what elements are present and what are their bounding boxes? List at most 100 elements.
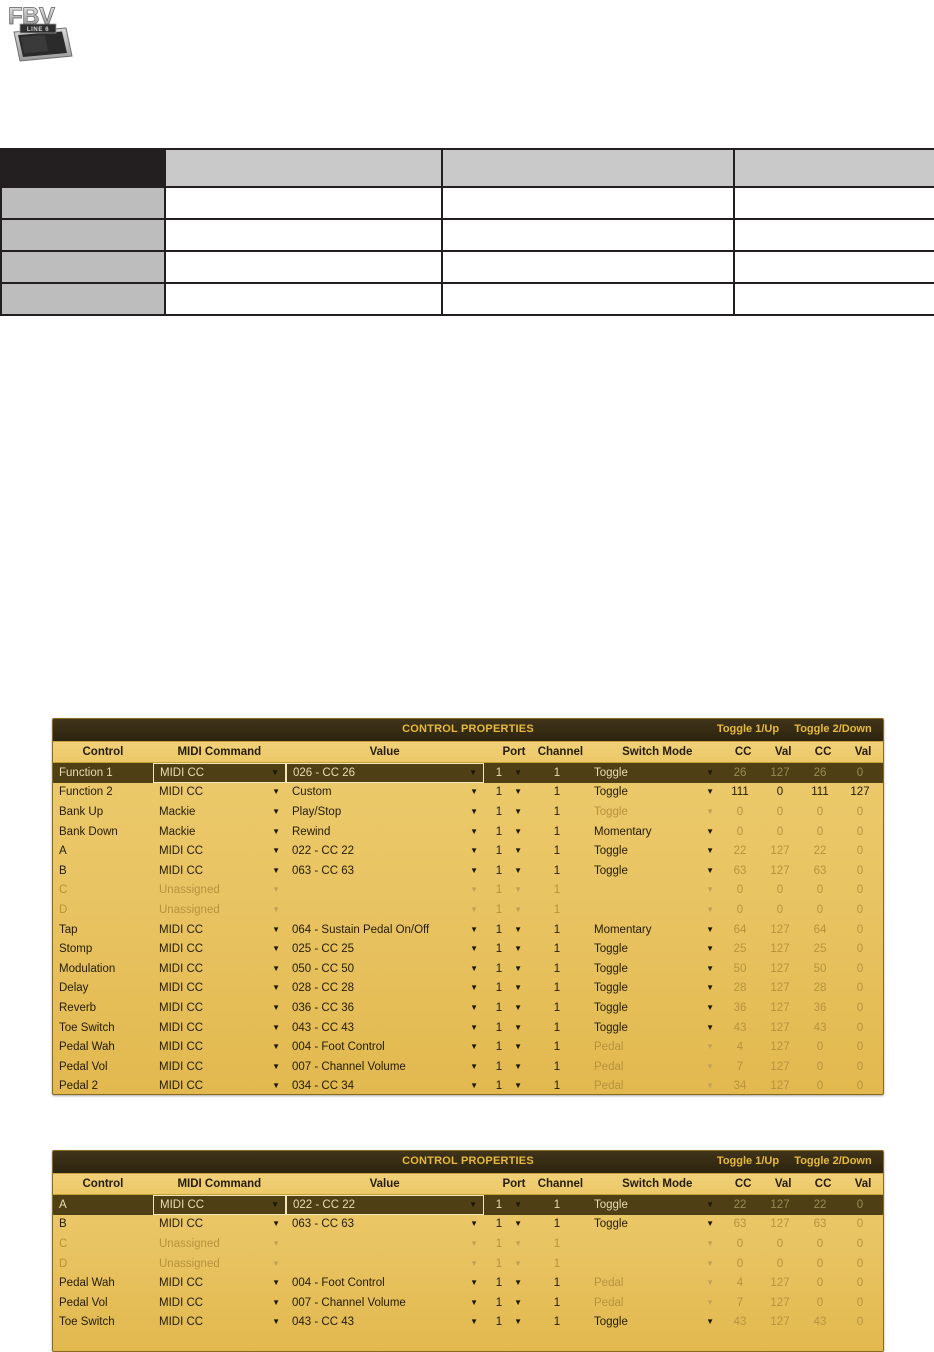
chevron-down-icon[interactable]: ▼ [706,1043,714,1051]
toggle1-cc-value[interactable]: 63 [720,865,760,877]
toggle2-cc-value[interactable]: 0 [800,1080,840,1092]
switch-mode-dropdown[interactable]: Toggle ▼ [588,963,720,975]
channel-field[interactable]: 1 [526,943,588,955]
chevron-down-icon[interactable]: ▼ [706,1200,714,1209]
toggle2-val-value[interactable]: 0 [840,943,880,955]
chevron-down-icon[interactable]: ▼ [272,1023,280,1032]
toggle2-val-value[interactable]: 0 [840,845,880,857]
channel-field[interactable]: 1 [526,1041,588,1053]
chevron-down-icon[interactable]: ▼ [272,866,280,875]
toggle1-val-value[interactable]: 127 [760,943,800,955]
toggle1-val-value[interactable]: 127 [760,1297,800,1309]
toggle1-cc-value[interactable]: 0 [720,826,760,838]
toggle1-val-value[interactable]: 127 [760,1002,800,1014]
chevron-down-icon[interactable]: ▼ [706,925,714,934]
switch-mode-dropdown[interactable]: Toggle ▼ [588,845,720,857]
chevron-down-icon[interactable]: ▼ [706,1318,714,1326]
switch-mode-dropdown[interactable]: Toggle ▼ [588,1022,720,1034]
toggle2-val-value[interactable]: 0 [840,1297,880,1309]
control-row[interactable]: A MIDI CC ▼ 022 - CC 22 ▼ 1 ▼ 1 Toggle ▼ 22 127 22 0 [53,1195,883,1215]
toggle2-val-value[interactable]: 0 [840,1022,880,1034]
chevron-down-icon[interactable]: ▼ [272,1082,280,1090]
switch-mode-dropdown[interactable]: Pedal ▼ [588,1277,720,1289]
toggle2-cc-value[interactable]: 25 [800,943,840,955]
chevron-down-icon[interactable]: ▼ [470,1082,478,1090]
toggle1-cc-value[interactable]: 0 [720,1238,760,1250]
toggle2-val-value[interactable]: 0 [840,1199,880,1211]
toggle2-val-value[interactable]: 0 [840,963,880,975]
port-dropdown[interactable]: 1 ▼ [484,1316,526,1328]
midi-command-dropdown[interactable]: MIDI CC ▼ [153,1080,286,1092]
chevron-down-icon[interactable]: ▼ [470,886,478,894]
chevron-down-icon[interactable]: ▼ [271,1200,279,1209]
control-row[interactable]: Reverb MIDI CC ▼ 036 - CC 36 ▼ 1 ▼ 1 Toggle ▼ 36 12… [53,998,883,1018]
control-row[interactable]: Bank Up Mackie ▼ Play/Stop ▼ 1 ▼ 1 Toggle ▼ 0 0 0 0 [53,802,883,822]
toggle2-cc-value[interactable]: 63 [800,1218,840,1230]
midi-command-dropdown[interactable]: Unassigned ▼ [153,884,286,896]
toggle2-val-value[interactable]: 0 [840,1258,880,1270]
toggle2-val-value[interactable]: 0 [840,982,880,994]
toggle2-val-value[interactable]: 0 [840,1080,880,1092]
control-row[interactable]: Pedal 2 MIDI CC ▼ 034 - CC 34 ▼ 1 ▼ 1 Pedal ▼ 34 12… [53,1077,883,1095]
value-dropdown[interactable]: 036 - CC 36 ▼ [286,1002,484,1014]
toggle2-cc-value[interactable]: 111 [800,786,840,798]
control-row[interactable]: A MIDI CC ▼ 022 - CC 22 ▼ 1 ▼ 1 Toggle ▼ 22 127 22 0 [53,841,883,861]
midi-command-dropdown[interactable]: MIDI CC ▼ [153,1297,286,1309]
chevron-down-icon[interactable]: ▼ [514,827,522,836]
toggle2-cc-value[interactable]: 36 [800,1002,840,1014]
port-dropdown[interactable]: 1 ▼ [484,1238,526,1250]
chevron-down-icon[interactable]: ▼ [514,1003,522,1012]
chevron-down-icon[interactable]: ▼ [272,1043,280,1051]
midi-command-dropdown[interactable]: Unassigned ▼ [153,1238,286,1250]
toggle2-cc-value[interactable]: 0 [800,1238,840,1250]
toggle2-val-value[interactable]: 0 [840,1316,880,1328]
toggle2-cc-value[interactable]: 0 [800,884,840,896]
switch-mode-dropdown[interactable]: Pedal ▼ [588,1061,720,1073]
toggle1-cc-value[interactable]: 63 [720,1218,760,1230]
chevron-down-icon[interactable]: ▼ [706,984,714,992]
toggle2-cc-value[interactable]: 0 [800,806,840,818]
toggle2-val-value[interactable]: 0 [840,904,880,916]
channel-field[interactable]: 1 [526,1258,588,1270]
chevron-down-icon[interactable]: ▼ [514,1023,522,1032]
toggle1-cc-value[interactable]: 43 [720,1316,760,1328]
port-dropdown[interactable]: 1 ▼ [484,786,526,798]
chevron-down-icon[interactable]: ▼ [271,768,279,777]
toggle2-cc-value[interactable]: 0 [800,1061,840,1073]
midi-command-dropdown[interactable]: MIDI CC ▼ [153,845,286,857]
port-dropdown[interactable]: 1 ▼ [484,943,526,955]
toggle2-cc-value[interactable]: 0 [800,826,840,838]
chevron-down-icon[interactable]: ▼ [514,1259,522,1268]
channel-field[interactable]: 1 [526,1061,588,1073]
channel-field[interactable]: 1 [526,963,588,975]
toggle1-cc-value[interactable]: 4 [720,1041,760,1053]
chevron-down-icon[interactable]: ▼ [706,1220,714,1228]
toggle1-cc-value[interactable]: 7 [720,1297,760,1309]
port-dropdown[interactable]: 1 ▼ [484,982,526,994]
port-dropdown[interactable]: 1 ▼ [484,1297,526,1309]
port-dropdown[interactable]: 1 ▼ [484,1061,526,1073]
toggle2-cc-value[interactable]: 22 [800,845,840,857]
channel-field[interactable]: 1 [526,1238,588,1250]
chevron-down-icon[interactable]: ▼ [469,768,477,777]
chevron-down-icon[interactable]: ▼ [706,788,714,796]
chevron-down-icon[interactable]: ▼ [706,964,714,973]
channel-field[interactable]: 1 [526,1022,588,1034]
toggle2-val-value[interactable]: 0 [840,924,880,936]
value-dropdown[interactable]: 026 - CC 26 ▼ [286,763,484,783]
toggle1-val-value[interactable]: 127 [760,767,800,779]
switch-mode-dropdown[interactable]: Toggle ▼ [588,786,720,798]
port-dropdown[interactable]: 1 ▼ [484,806,526,818]
value-dropdown[interactable]: 004 - Foot Control ▼ [286,1277,484,1289]
chevron-down-icon[interactable]: ▼ [514,905,522,914]
switch-mode-dropdown[interactable]: Toggle ▼ [588,1218,720,1230]
chevron-down-icon[interactable]: ▼ [470,964,478,973]
midi-command-dropdown[interactable]: MIDI CC ▼ [153,943,286,955]
chevron-down-icon[interactable]: ▼ [514,1082,522,1090]
chevron-down-icon[interactable]: ▼ [706,807,714,816]
toggle2-val-value[interactable]: 0 [840,865,880,877]
channel-field[interactable]: 1 [526,845,588,857]
chevron-down-icon[interactable]: ▼ [514,1239,522,1248]
toggle1-val-value[interactable]: 127 [760,1041,800,1053]
chevron-down-icon[interactable]: ▼ [706,1082,714,1090]
